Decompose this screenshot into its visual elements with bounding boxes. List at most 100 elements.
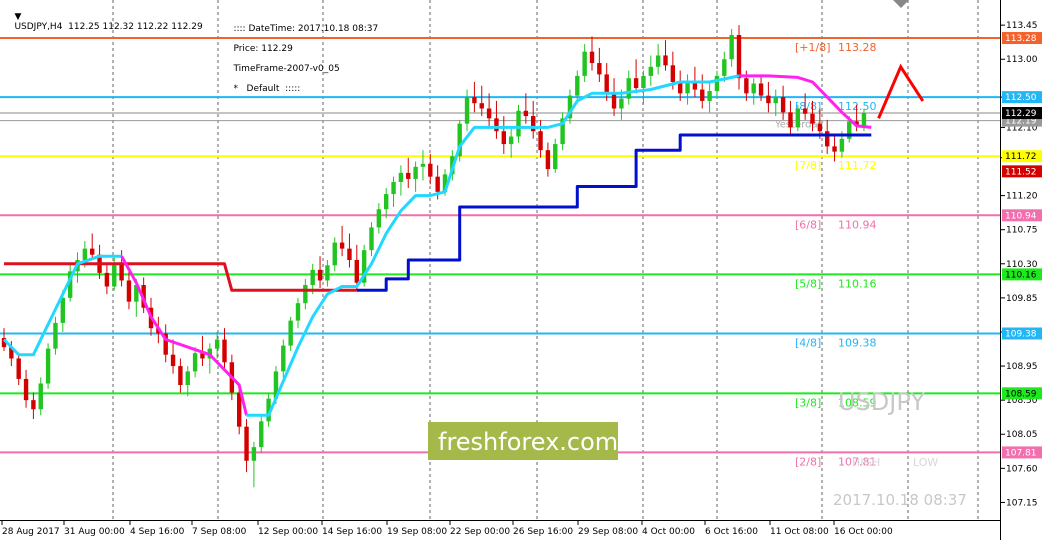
candle-body	[839, 138, 845, 152]
candle	[16, 354, 21, 385]
candle	[729, 28, 734, 67]
candle	[303, 278, 308, 310]
candle-body	[244, 426, 249, 461]
candle-body	[501, 131, 506, 145]
candle-body	[288, 320, 293, 346]
candle-body	[317, 269, 323, 281]
candle	[126, 271, 132, 310]
candle	[288, 316, 293, 351]
candle	[795, 104, 800, 132]
candle-body	[406, 172, 411, 179]
candle	[413, 161, 418, 192]
time-axis[interactable]: 28 Aug 2017 31 Aug 00:00 4 Sep 16:00 7 Sep …	[0, 520, 1000, 541]
candle-body	[295, 303, 301, 321]
candle-body	[170, 354, 176, 367]
candle	[398, 165, 404, 196]
candle	[472, 81, 477, 113]
candle-body	[472, 97, 477, 104]
time-tick-label: 29 Sep 08:00	[578, 527, 638, 537]
level-label: [3/8]	[795, 396, 821, 409]
candle-body	[729, 35, 734, 60]
candle-body	[192, 353, 198, 372]
candle-body	[538, 131, 543, 151]
price-axis[interactable]: 113.45113.00112.50112.10111.70111.20110.…	[1000, 0, 1042, 540]
candle	[23, 369, 29, 408]
candle	[516, 104, 521, 143]
candle	[641, 70, 646, 105]
price-tick-label: 108.05	[1006, 430, 1038, 440]
candle-body	[486, 108, 492, 119]
chart-area[interactable]: [+1/8] 113.28 [8/8] 112.50 [7/8] 111.72 [6/8] 1…	[0, 0, 1000, 520]
candle	[420, 150, 426, 181]
candle	[244, 419, 249, 473]
candle-body	[413, 166, 418, 179]
candle	[736, 25, 742, 90]
level-label: [+1/8]	[795, 41, 831, 54]
candle-body	[332, 242, 337, 266]
candle-body	[494, 118, 499, 132]
candle-body	[38, 383, 43, 410]
candle-body	[655, 55, 661, 67]
level-value: 109.38	[838, 336, 877, 349]
candle	[531, 100, 536, 139]
price-tick-label: 108.95	[1006, 362, 1038, 372]
candle-body	[604, 74, 609, 94]
candle	[582, 44, 587, 82]
candles-layer	[1, 25, 867, 488]
fast-line-segment	[246, 74, 740, 417]
level-price-tag-text: 110.16	[1005, 270, 1037, 280]
candle	[508, 127, 514, 158]
watermark-layer: USDJPY freshforex.com 2017.10.18 08:37 HIGH…	[428, 388, 967, 509]
candle	[251, 441, 257, 488]
candle-body	[339, 242, 345, 249]
candle	[780, 85, 786, 120]
candle	[633, 59, 639, 94]
candle	[259, 415, 264, 454]
candle-body	[398, 172, 404, 182]
level-price-tag-text: 112.50	[1005, 93, 1037, 103]
candle-body	[780, 97, 786, 113]
time-tick-label: 11 Oct 08:00	[770, 527, 829, 537]
candle	[376, 203, 382, 234]
watermark-low: LOW	[913, 456, 938, 469]
candle-body	[325, 265, 330, 281]
level-value: 112.50	[838, 100, 877, 113]
time-tick-label: 6 Oct 16:00	[705, 527, 758, 537]
candle-body	[861, 113, 867, 126]
candle	[428, 153, 433, 185]
triangle-down-icon: ▼	[14, 12, 22, 22]
price-chart[interactable]: [+1/8] 113.28[8/8] 112.50[7/8] 111.72[6/8] 1…	[0, 0, 1000, 520]
candle-body	[619, 98, 624, 109]
time-tick-label: 7 Sep 08:00	[192, 527, 247, 537]
time-tick-label: 14 Sep 16:00	[322, 527, 382, 537]
chart-shift-icon[interactable]	[893, 0, 909, 8]
candle-body	[545, 150, 551, 170]
candle-body	[744, 78, 749, 94]
candle-body	[825, 131, 830, 147]
candle-body	[773, 97, 778, 104]
candle-body	[582, 51, 587, 76]
time-tick-label: 12 Sep 00:00	[258, 527, 318, 537]
datetime-label: :::: DateTime: 2017.10.18 08:37	[233, 24, 379, 34]
candle-body	[648, 66, 653, 76]
watermark-brand: freshforex.com	[438, 428, 618, 456]
candle-body	[23, 378, 29, 401]
candle-body	[214, 339, 220, 349]
candle	[714, 70, 720, 98]
candle	[494, 100, 499, 139]
candle-body	[685, 83, 690, 94]
level-value: 113.28	[838, 41, 877, 54]
price-tick-label: 107.15	[1006, 498, 1038, 508]
candle-body	[104, 272, 110, 287]
candle	[479, 85, 484, 117]
candle	[112, 256, 117, 291]
price-label: Price: 112.29	[233, 44, 293, 54]
candle	[325, 260, 330, 287]
candle-body	[597, 63, 602, 75]
candle-body	[670, 65, 676, 82]
candle-body	[391, 181, 396, 195]
candle	[53, 316, 58, 355]
level-value: 111.72	[838, 159, 877, 172]
time-tick-label: 31 Aug 00:00	[64, 527, 125, 537]
level-value: 110.16	[838, 277, 877, 290]
